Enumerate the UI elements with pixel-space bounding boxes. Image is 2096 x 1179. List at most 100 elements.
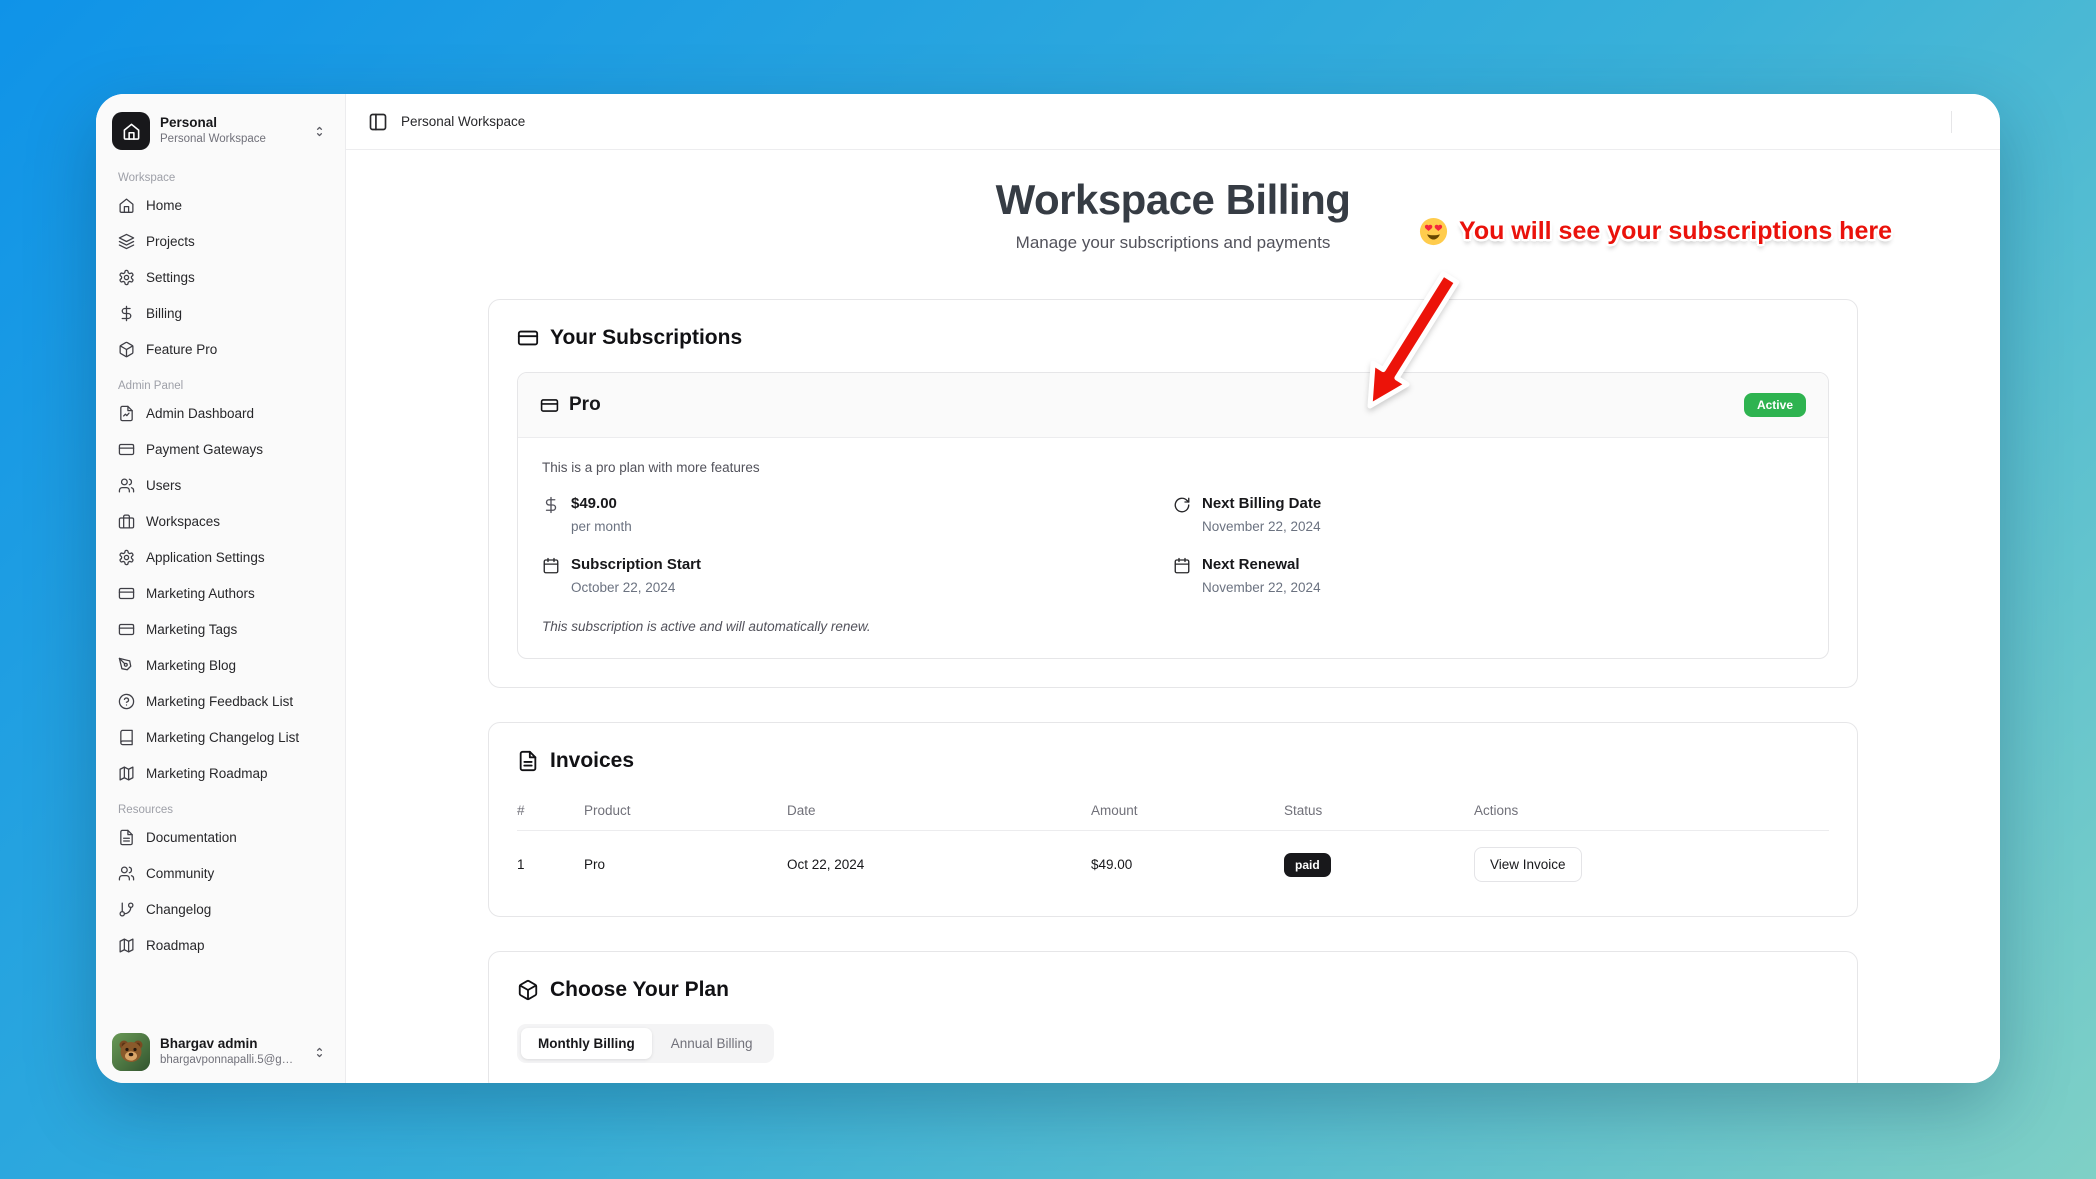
sidebar-item-home[interactable]: Home bbox=[108, 191, 333, 220]
price-value: $49.00 bbox=[571, 495, 632, 512]
plan-card-pro: Pro Active This is a pro plan with more … bbox=[517, 372, 1829, 659]
sidebar-item-label: Marketing Tags bbox=[146, 622, 237, 637]
sidebar-item-label: Documentation bbox=[146, 830, 237, 845]
calendar-icon bbox=[1173, 557, 1191, 575]
column-header: # bbox=[517, 803, 584, 818]
sidebar-section-resources: Resources Documentation Community Change… bbox=[108, 804, 333, 960]
refresh-icon bbox=[1173, 496, 1191, 514]
package-icon bbox=[517, 979, 539, 1001]
status-badge: Active bbox=[1744, 393, 1806, 417]
file-chart-icon bbox=[118, 405, 135, 422]
users-icon bbox=[118, 477, 135, 494]
next-billing-label: Next Billing Date bbox=[1202, 495, 1321, 512]
sidebar-item-label: Home bbox=[146, 198, 182, 213]
next-billing-value: November 22, 2024 bbox=[1202, 519, 1321, 534]
file-text-icon bbox=[517, 750, 539, 772]
workspace-subtitle: Personal Workspace bbox=[160, 132, 302, 146]
billing-page: Workspace Billing Manage your subscripti… bbox=[346, 150, 2000, 1083]
users-icon bbox=[118, 865, 135, 882]
sidebar-item-label: Marketing Changelog List bbox=[146, 730, 299, 745]
sidebar-item-feature-pro[interactable]: Feature Pro bbox=[108, 335, 333, 364]
git-branch-icon bbox=[118, 901, 135, 918]
user-email: bhargavponnapalli.5@g… bbox=[160, 1053, 302, 1067]
workspace-name: Personal bbox=[160, 115, 302, 132]
sidebar-item-billing[interactable]: Billing bbox=[108, 299, 333, 328]
user-name: Bhargav admin bbox=[160, 1036, 302, 1053]
sidebar-item-workspaces[interactable]: Workspaces bbox=[108, 507, 333, 536]
sidebar-item-changelog[interactable]: Changelog bbox=[108, 895, 333, 924]
credit-card-icon bbox=[540, 396, 559, 415]
sidebar-section-admin: Admin Panel Admin Dashboard Payment Gate… bbox=[108, 380, 333, 788]
sidebar-item-label: Projects bbox=[146, 234, 195, 249]
sidebar-item-admin-dashboard[interactable]: Admin Dashboard bbox=[108, 399, 333, 428]
subscription-start-label: Subscription Start bbox=[571, 556, 701, 573]
sidebar: Personal Personal Workspace Workspace Ho… bbox=[96, 94, 346, 1083]
sidebar-item-marketing-roadmap[interactable]: Marketing Roadmap bbox=[108, 759, 333, 788]
sidebar-item-roadmap[interactable]: Roadmap bbox=[108, 931, 333, 960]
invoice-product: Pro bbox=[584, 857, 787, 872]
sidebar-item-label: Marketing Feedback List bbox=[146, 694, 293, 709]
sidebar-item-marketing-authors[interactable]: Marketing Authors bbox=[108, 579, 333, 608]
map-icon bbox=[118, 765, 135, 782]
home-icon bbox=[118, 197, 135, 214]
sidebar-item-label: Marketing Blog bbox=[146, 658, 236, 673]
sidebar-item-users[interactable]: Users bbox=[108, 471, 333, 500]
sidebar-item-marketing-tags[interactable]: Marketing Tags bbox=[108, 615, 333, 644]
tab-monthly-billing[interactable]: Monthly Billing bbox=[521, 1028, 652, 1059]
column-header: Status bbox=[1284, 803, 1474, 818]
column-header: Amount bbox=[1091, 803, 1284, 818]
price-period: per month bbox=[571, 519, 632, 534]
subscription-start-detail: Subscription StartOctober 22, 2024 bbox=[542, 556, 1173, 595]
sidebar-item-settings[interactable]: Settings bbox=[108, 263, 333, 292]
sidebar-item-marketing-changelog-list[interactable]: Marketing Changelog List bbox=[108, 723, 333, 752]
column-header: Date bbox=[787, 803, 1091, 818]
sidebar-item-label: Community bbox=[146, 866, 214, 881]
layers-icon bbox=[118, 233, 135, 250]
chevrons-up-down-icon bbox=[312, 1045, 327, 1060]
table-row: 1 Pro Oct 22, 2024 $49.00 paid View Invo… bbox=[517, 831, 1829, 888]
sidebar-item-label: Application Settings bbox=[146, 550, 265, 565]
topbar: Personal Workspace bbox=[346, 94, 2000, 150]
sidebar-item-community[interactable]: Community bbox=[108, 859, 333, 888]
view-invoice-button[interactable]: View Invoice bbox=[1474, 847, 1582, 882]
sidebar-item-label: Marketing Authors bbox=[146, 586, 255, 601]
sidebar-item-marketing-feedback-list[interactable]: Marketing Feedback List bbox=[108, 687, 333, 716]
dollar-icon bbox=[118, 305, 135, 322]
next-renewal-label: Next Renewal bbox=[1202, 556, 1321, 573]
section-label: Resources bbox=[108, 804, 333, 816]
gear-icon bbox=[118, 269, 135, 286]
sidebar-item-label: Admin Dashboard bbox=[146, 406, 254, 421]
sidebar-toggle-icon[interactable] bbox=[368, 112, 388, 132]
dollar-icon bbox=[542, 496, 560, 514]
section-label: Workspace bbox=[108, 172, 333, 184]
workspace-switcher[interactable]: Personal Personal Workspace bbox=[108, 106, 333, 156]
sidebar-item-label: Workspaces bbox=[146, 514, 220, 529]
main-area: Personal Workspace Workspace Billing Man… bbox=[346, 94, 2000, 1083]
subscriptions-heading: Your Subscriptions bbox=[550, 326, 742, 350]
workspace-logo-icon bbox=[112, 112, 150, 150]
paid-badge: paid bbox=[1284, 853, 1331, 877]
sidebar-item-label: Feature Pro bbox=[146, 342, 217, 357]
section-label: Admin Panel bbox=[108, 380, 333, 392]
sidebar-item-projects[interactable]: Projects bbox=[108, 227, 333, 256]
sidebar-item-documentation[interactable]: Documentation bbox=[108, 823, 333, 852]
page-subtitle: Manage your subscriptions and payments bbox=[346, 233, 2000, 253]
pen-tool-icon bbox=[118, 657, 135, 674]
sidebar-item-label: Payment Gateways bbox=[146, 442, 263, 457]
package-icon bbox=[118, 341, 135, 358]
sidebar-item-payment-gateways[interactable]: Payment Gateways bbox=[108, 435, 333, 464]
user-menu[interactable]: Bhargav admin bhargavponnapalli.5@g… bbox=[108, 1027, 333, 1073]
tab-annual-billing[interactable]: Annual Billing bbox=[654, 1028, 770, 1059]
table-header: # Product Date Amount Status Actions bbox=[517, 795, 1829, 831]
credit-card-icon bbox=[118, 585, 135, 602]
map-icon bbox=[118, 937, 135, 954]
invoice-date: Oct 22, 2024 bbox=[787, 857, 1091, 872]
sidebar-item-label: Users bbox=[146, 478, 181, 493]
plan-note: This subscription is active and will aut… bbox=[542, 619, 1804, 634]
sidebar-item-marketing-blog[interactable]: Marketing Blog bbox=[108, 651, 333, 680]
sidebar-item-application-settings[interactable]: Application Settings bbox=[108, 543, 333, 572]
billing-period-tabs: Monthly Billing Annual Billing bbox=[517, 1024, 774, 1063]
subscriptions-card: Your Subscriptions Pro Active This is a … bbox=[488, 299, 1858, 688]
invoices-heading: Invoices bbox=[550, 749, 634, 773]
column-header: Product bbox=[584, 803, 787, 818]
